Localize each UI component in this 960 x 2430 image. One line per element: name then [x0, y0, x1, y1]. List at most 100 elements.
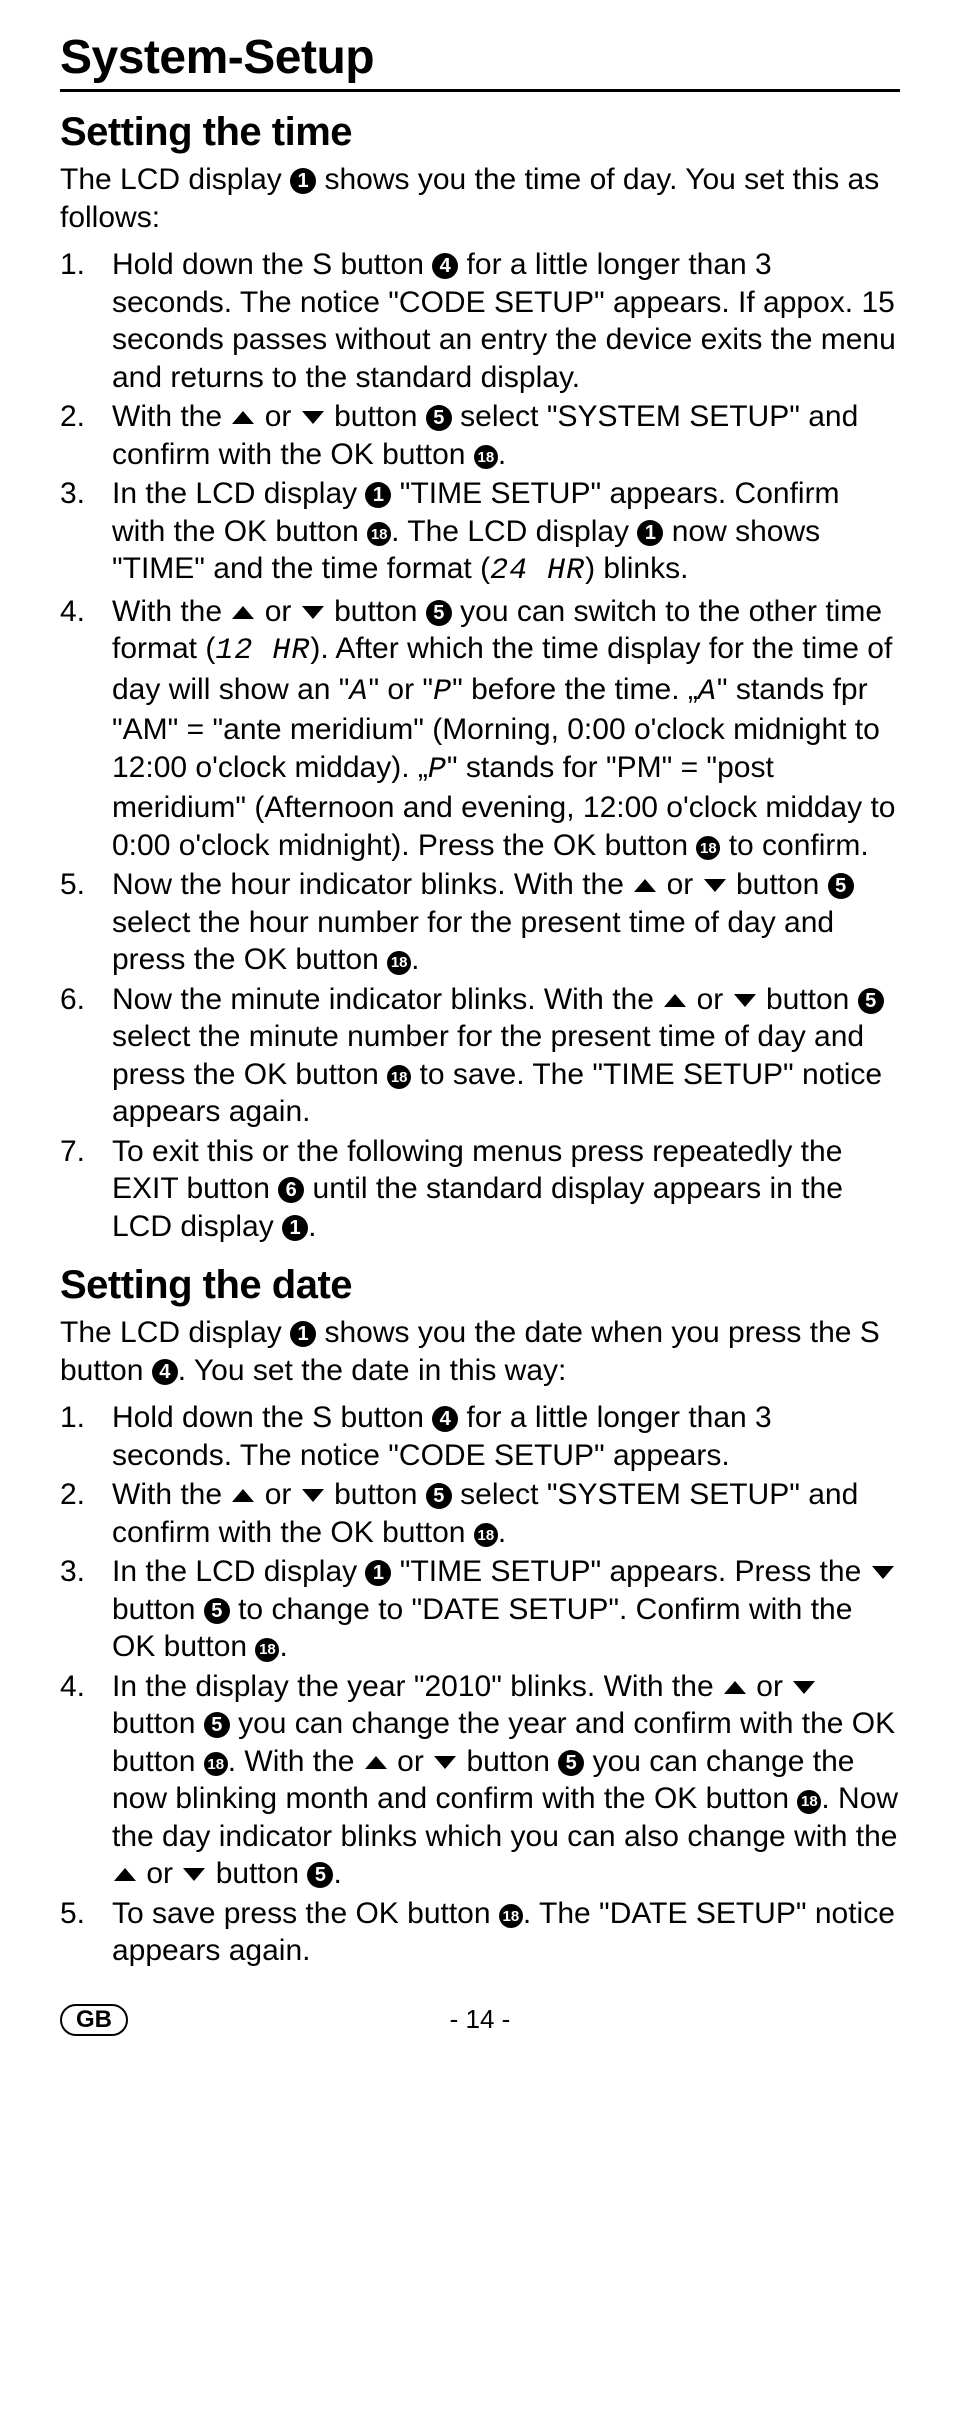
- ref-18-icon: 18: [474, 1523, 498, 1547]
- up-arrow-icon: [634, 879, 656, 892]
- page-content: System-Setup Setting the time The LCD di…: [0, 0, 960, 2070]
- list-item: 4. With the or button 5 you can switch t…: [60, 593, 900, 865]
- ref-18-icon: 18: [204, 1752, 228, 1776]
- step-number: 5.: [60, 1895, 85, 1933]
- list-item: 1. Hold down the S button 4 for a little…: [60, 246, 900, 396]
- step-number: 4.: [60, 593, 85, 631]
- text: Hold down the S button: [112, 1401, 432, 1434]
- list-item: 5. Now the hour indicator blinks. With t…: [60, 866, 900, 979]
- step-number: 2.: [60, 398, 85, 436]
- ref-6-icon: 6: [278, 1177, 304, 1203]
- ref-5-icon: 5: [204, 1712, 230, 1738]
- text: "TIME SETUP" appears. Press the: [391, 1555, 869, 1588]
- ref-18-icon: 18: [367, 522, 391, 546]
- text: .: [411, 943, 419, 976]
- text: or: [658, 868, 701, 901]
- text: button: [758, 983, 858, 1016]
- ref-5-icon: 5: [828, 873, 854, 899]
- step-number: 1.: [60, 246, 85, 284]
- text: In the LCD display: [112, 477, 365, 510]
- ref-18-icon: 18: [499, 1904, 523, 1928]
- lcd-text: P: [433, 675, 452, 709]
- ref-1-icon: 1: [365, 482, 391, 508]
- ref-1-icon: 1: [282, 1215, 308, 1241]
- list-item: 6. Now the minute indicator blinks. With…: [60, 981, 900, 1131]
- ref-4-icon: 4: [152, 1359, 178, 1385]
- ref-1-icon: 1: [365, 1560, 391, 1586]
- ref-4-icon: 4: [432, 1406, 458, 1432]
- text: button: [112, 1707, 204, 1740]
- down-arrow-icon: [302, 411, 324, 424]
- text: .: [308, 1210, 316, 1243]
- down-arrow-icon: [434, 1756, 456, 1769]
- ref-5-icon: 5: [858, 988, 884, 1014]
- text: . The LCD display: [391, 515, 637, 548]
- down-arrow-icon: [872, 1566, 894, 1579]
- up-arrow-icon: [365, 1756, 387, 1769]
- text: With the: [112, 595, 230, 628]
- lcd-text: A: [349, 675, 368, 709]
- steps-date: 1. Hold down the S button 4 for a little…: [60, 1399, 900, 1970]
- ref-5-icon: 5: [426, 600, 452, 626]
- ref-18-icon: 18: [696, 836, 720, 860]
- list-item: 1. Hold down the S button 4 for a little…: [60, 1399, 900, 1474]
- step-number: 3.: [60, 1553, 85, 1591]
- text: button: [326, 400, 426, 433]
- ref-18-icon: 18: [797, 1790, 821, 1814]
- ref-1-icon: 1: [290, 168, 316, 194]
- text: In the LCD display: [112, 1555, 365, 1588]
- page-title: System-Setup: [60, 30, 900, 92]
- text: Now the minute indicator blinks. With th…: [112, 983, 662, 1016]
- text: The LCD display: [60, 163, 290, 196]
- ref-18-icon: 18: [387, 951, 411, 975]
- text: " before the time. „: [452, 673, 698, 706]
- up-arrow-icon: [232, 1489, 254, 1502]
- language-badge: GB: [60, 2004, 128, 2036]
- page-footer: GB - 14 -: [60, 2000, 900, 2040]
- down-arrow-icon: [183, 1868, 205, 1881]
- list-item: 3. In the LCD display 1 "TIME SETUP" app…: [60, 1553, 900, 1666]
- section-heading-date: Setting the date: [60, 1263, 900, 1308]
- step-number: 5.: [60, 866, 85, 904]
- text: " or ": [368, 673, 433, 706]
- intro-date: The LCD display 1 shows you the date whe…: [60, 1314, 900, 1389]
- section-heading-time: Setting the time: [60, 110, 900, 155]
- text: select the hour number for the present t…: [112, 906, 834, 977]
- text: button: [207, 1857, 307, 1890]
- text: button: [326, 1478, 426, 1511]
- ref-18-icon: 18: [387, 1065, 411, 1089]
- step-number: 4.: [60, 1668, 85, 1706]
- step-number: 2.: [60, 1476, 85, 1514]
- ref-18-icon: 18: [255, 1638, 279, 1662]
- up-arrow-icon: [664, 994, 686, 1007]
- step-number: 6.: [60, 981, 85, 1019]
- ref-5-icon: 5: [558, 1750, 584, 1776]
- ref-4-icon: 4: [432, 253, 458, 279]
- text: .: [333, 1857, 341, 1890]
- ref-5-icon: 5: [307, 1862, 333, 1888]
- text: To save press the OK button: [112, 1897, 499, 1930]
- text: button: [112, 1593, 204, 1626]
- lcd-text: A: [698, 675, 717, 709]
- text: or: [688, 983, 731, 1016]
- step-number: 3.: [60, 475, 85, 513]
- page-number: - 14 -: [450, 2004, 511, 2035]
- list-item: 3. In the LCD display 1 "TIME SETUP" app…: [60, 475, 900, 591]
- steps-time: 1. Hold down the S button 4 for a little…: [60, 246, 900, 1245]
- text: button: [728, 868, 828, 901]
- text: or: [256, 400, 299, 433]
- up-arrow-icon: [232, 606, 254, 619]
- text: to confirm.: [720, 829, 868, 862]
- text: .: [279, 1630, 287, 1663]
- ref-5-icon: 5: [426, 1483, 452, 1509]
- text: .: [498, 1516, 506, 1549]
- text: ) blinks.: [585, 552, 688, 585]
- down-arrow-icon: [704, 879, 726, 892]
- step-number: 7.: [60, 1133, 85, 1171]
- list-item: 2. With the or button 5 select "SYSTEM S…: [60, 398, 900, 473]
- ref-5-icon: 5: [204, 1598, 230, 1624]
- ref-1-icon: 1: [290, 1321, 316, 1347]
- down-arrow-icon: [734, 994, 756, 1007]
- text: button: [326, 595, 426, 628]
- text: or: [389, 1745, 432, 1778]
